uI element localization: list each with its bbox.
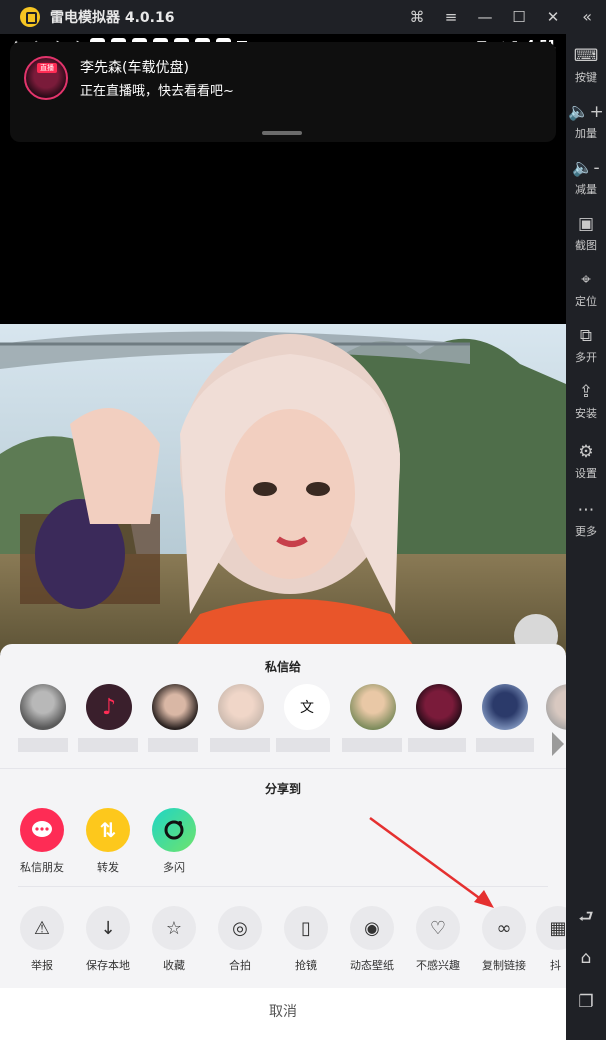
sidebar-item-screenshot[interactable]: ▣ 截图 (566, 214, 606, 253)
emulator-window: 雷电模拟器 4.0.16 ⌘ ≡ — ☐ ✕ « ⌨ 按键 🔈+ 加量 🔈- 减… (0, 0, 606, 1040)
maximize-icon[interactable]: ☐ (510, 8, 528, 26)
sidebar-item-label: 减量 (575, 183, 597, 196)
multi-instance-icon: ⧉ (579, 326, 593, 346)
app-logo-icon (20, 7, 40, 27)
gear-icon: ⚙ (578, 442, 594, 462)
sidebar-item-label: 加量 (575, 127, 597, 140)
sidebar-item-location[interactable]: ⌖ 定位 (566, 270, 606, 309)
sidebar-item-settings[interactable]: ⚙ 设置 (566, 442, 606, 481)
sidebar-item-label: 安装 (575, 407, 597, 420)
keyboard-icon: ⌨ (573, 46, 599, 66)
sidebar-item-label: 定位 (575, 295, 597, 308)
sidebar-item-volume-down[interactable]: 🔈- 减量 (566, 158, 606, 197)
more-icon: ⋯ (577, 500, 595, 520)
volume-up-icon: 🔈+ (568, 102, 604, 122)
sidebar-item-label: 多开 (575, 351, 597, 364)
sidebar-item-label: 设置 (575, 467, 597, 480)
sidebar-item-label: 更多 (575, 525, 597, 538)
menu-icon[interactable]: ≡ (442, 8, 460, 26)
home-nav-icon[interactable]: ⌂ (566, 948, 606, 968)
phone-screen: ♞ ♞ ♪ ♪ A ▼ ◢ ▮ 4:51 关注 推荐 (0, 34, 566, 1040)
recents-nav-icon[interactable]: ❐ (566, 992, 606, 1012)
annotation-arrow (369, 816, 494, 908)
emulator-title-bar: 雷电模拟器 4.0.16 ⌘ ≡ — ☐ ✕ « (0, 0, 606, 34)
sidebar-item-label: 按键 (575, 71, 597, 84)
window-title: 雷电模拟器 4.0.16 (50, 10, 175, 26)
sidebar-item-keys[interactable]: ⌨ 按键 (566, 46, 606, 85)
sidebar-item-more[interactable]: ⋯ 更多 (566, 500, 606, 539)
location-icon: ⌖ (581, 270, 591, 290)
sidebar-item-label: 截图 (575, 239, 597, 252)
minimize-icon[interactable]: — (476, 8, 494, 26)
back-nav-icon[interactable]: ⮐ (566, 904, 606, 933)
sidebar-item-volume-up[interactable]: 🔈+ 加量 (566, 102, 606, 141)
screenshot-icon: ▣ (577, 214, 595, 234)
window-controls: ⌘ ≡ — ☐ ✕ (408, 0, 562, 34)
emulator-sidebar: ⌨ 按键 🔈+ 加量 🔈- 减量 ▣ 截图 ⌖ 定位 ⧉ 多开 ⇪ 安装 ⚙ 设… (566, 34, 606, 1040)
gamepad-icon[interactable]: ⌘ (408, 8, 426, 26)
install-icon: ⇪ (578, 382, 594, 402)
volume-down-icon: 🔈- (572, 158, 600, 178)
sidebar-item-multi[interactable]: ⧉ 多开 (566, 326, 606, 365)
close-icon[interactable]: ✕ (544, 8, 562, 26)
sidebar-item-install[interactable]: ⇪ 安装 (566, 382, 606, 421)
collapse-sidebar-icon[interactable]: « (582, 7, 592, 26)
